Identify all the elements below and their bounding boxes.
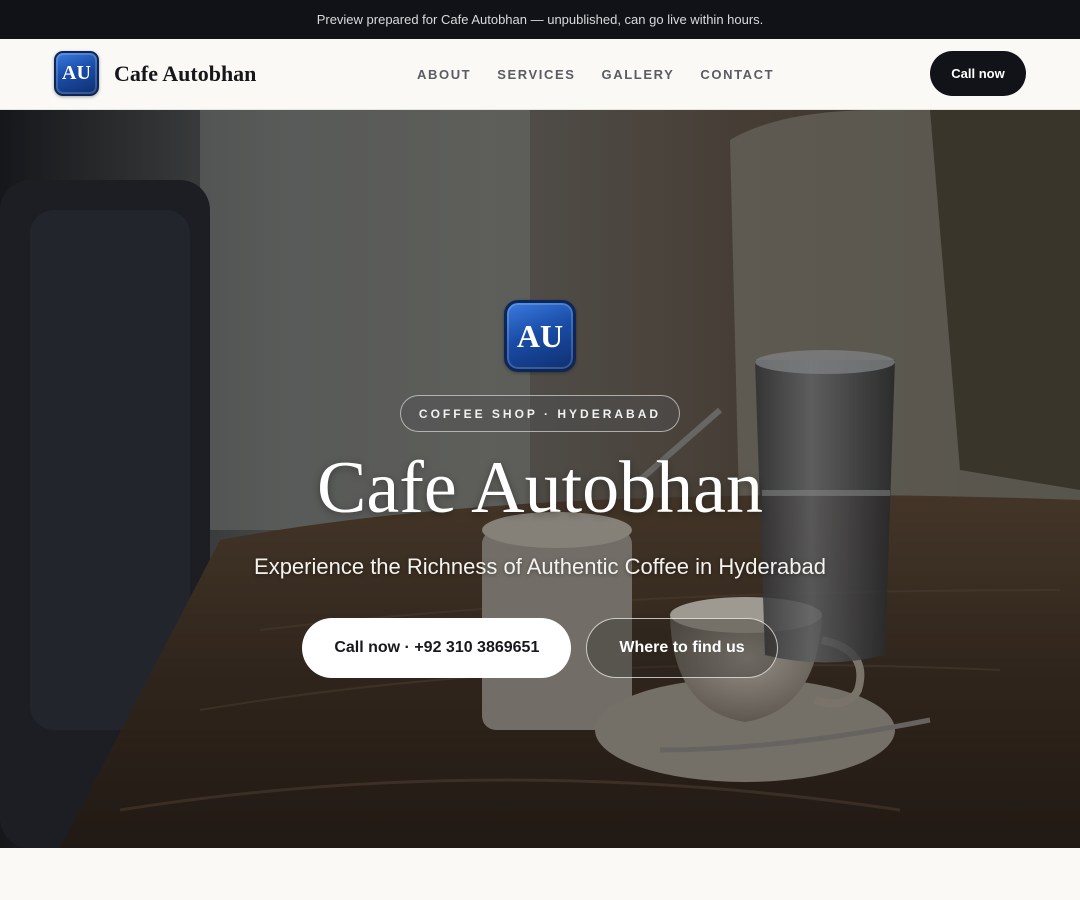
hero-subtitle: Experience the Richness of Authentic Cof… bbox=[254, 553, 826, 579]
hero-content: AU COFFEE SHOP · HYDERABAD Cafe Autobhan… bbox=[0, 300, 1080, 678]
main-nav: ABOUT SERVICES GALLERY CONTACT bbox=[404, 39, 787, 109]
preview-banner: Preview prepared for Cafe Autobhan — unp… bbox=[0, 0, 1080, 39]
category-pill: COFFEE SHOP · HYDERABAD bbox=[399, 395, 681, 432]
hero-section: AU COFFEE SHOP · HYDERABAD Cafe Autobhan… bbox=[0, 110, 1080, 848]
logo-badge: AU bbox=[54, 51, 99, 96]
brand[interactable]: AU Cafe Autobhan bbox=[54, 51, 256, 96]
category-pill-text: COFFEE SHOP · HYDERABAD bbox=[418, 406, 662, 421]
hero-logo-text: AU bbox=[516, 317, 564, 354]
site-header: AU Cafe Autobhan ABOUT SERVICES GALLERY … bbox=[0, 39, 1080, 110]
hero-buttons: Call now · +92 310 3869651 Where to find… bbox=[302, 617, 778, 678]
nav-link-gallery[interactable]: GALLERY bbox=[589, 67, 688, 82]
preview-banner-text: Preview prepared for Cafe Autobhan — unp… bbox=[316, 12, 764, 27]
nav-link-contact[interactable]: CONTACT bbox=[687, 67, 787, 82]
hero-title: Cafe Autobhan bbox=[317, 447, 763, 529]
nav-link-services[interactable]: SERVICES bbox=[484, 67, 588, 82]
next-section bbox=[0, 848, 1080, 900]
header-call-button[interactable]: Call now bbox=[930, 51, 1026, 96]
brand-name: Cafe Autobhan bbox=[114, 60, 257, 86]
logo-text: AU bbox=[62, 62, 91, 84]
find-us-button[interactable]: Where to find us bbox=[586, 617, 778, 678]
nav-link-about[interactable]: ABOUT bbox=[404, 67, 484, 82]
call-now-button[interactable]: Call now · +92 310 3869651 bbox=[302, 617, 572, 678]
hero-logo-badge: AU bbox=[504, 300, 576, 372]
